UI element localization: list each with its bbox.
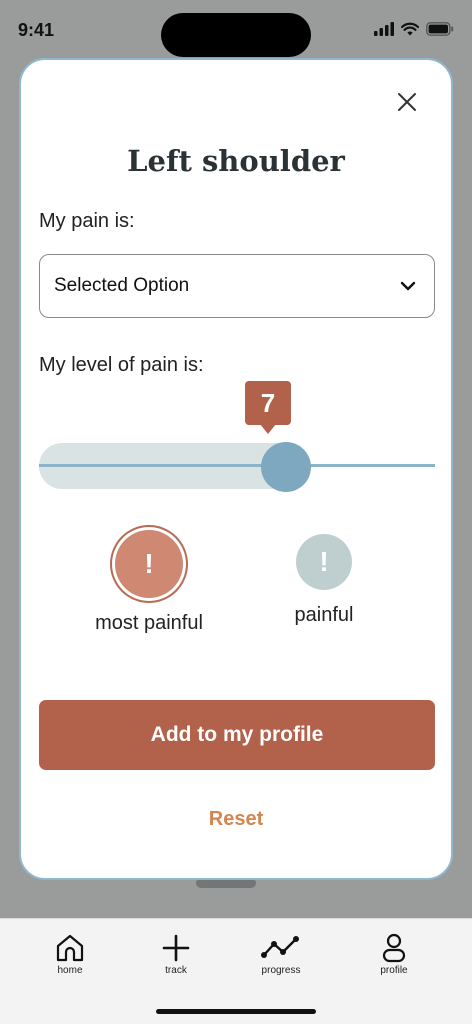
pain-type-select-value: Selected Option bbox=[54, 275, 190, 296]
painful-icon: ! bbox=[296, 534, 352, 590]
bottom-nav: home track progress profile bbox=[0, 918, 472, 1024]
dynamic-island bbox=[161, 13, 311, 57]
nav-label-profile: profile bbox=[380, 965, 408, 976]
status-bar: 9:41 bbox=[0, 0, 472, 58]
pain-option-label: painful bbox=[294, 604, 354, 626]
wifi-icon bbox=[401, 22, 419, 36]
nav-label-home: home bbox=[57, 965, 83, 976]
pain-type-select[interactable]: Selected Option bbox=[39, 254, 435, 318]
pain-option-label: most painful bbox=[95, 612, 203, 634]
profile-icon bbox=[382, 933, 406, 963]
pain-level-slider[interactable] bbox=[39, 440, 435, 492]
reset-button[interactable]: Reset bbox=[21, 808, 451, 831]
plus-icon bbox=[162, 934, 190, 962]
pain-entry-modal: Left shoulder My pain is: Selected Optio… bbox=[19, 58, 453, 880]
nav-label-progress: progress bbox=[261, 965, 301, 976]
pain-level-value: 7 bbox=[245, 381, 291, 434]
nav-label-track: track bbox=[165, 965, 187, 976]
pain-type-label: My pain is: bbox=[39, 210, 135, 232]
slider-thumb[interactable] bbox=[261, 442, 311, 492]
add-to-profile-button[interactable]: Add to my profile bbox=[39, 700, 435, 770]
pain-option-most-painful[interactable]: ! most painful bbox=[79, 530, 219, 635]
signal-icon bbox=[374, 22, 394, 36]
nav-item-profile[interactable]: profile bbox=[354, 933, 434, 976]
home-icon bbox=[56, 934, 84, 962]
pain-level-label: My level of pain is: bbox=[39, 354, 204, 376]
pain-option-painful[interactable]: ! painful bbox=[264, 534, 384, 627]
nav-item-progress[interactable]: progress bbox=[241, 933, 321, 976]
status-icons bbox=[374, 22, 454, 36]
home-indicator bbox=[156, 1009, 316, 1014]
nav-item-track[interactable]: track bbox=[136, 933, 216, 976]
close-icon bbox=[398, 93, 416, 111]
status-time: 9:41 bbox=[18, 20, 55, 40]
most-painful-icon: ! bbox=[115, 530, 183, 598]
modal-title: Left shoulder bbox=[127, 144, 345, 178]
progress-icon bbox=[261, 936, 299, 958]
chevron-down-icon bbox=[400, 281, 416, 291]
nav-item-home[interactable]: home bbox=[30, 933, 110, 976]
close-button[interactable] bbox=[393, 88, 421, 116]
battery-icon bbox=[426, 22, 454, 36]
slider-track bbox=[39, 464, 435, 467]
